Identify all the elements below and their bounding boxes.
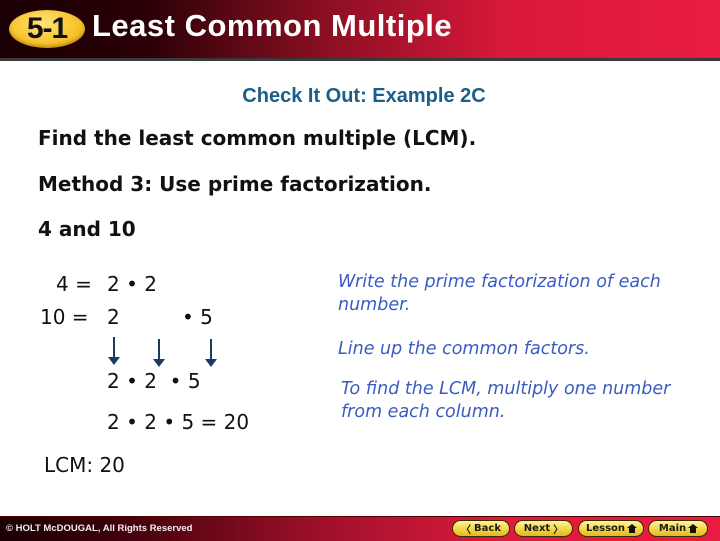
row2-factor-two: 2 — [107, 305, 120, 329]
lesson-title: Least Common Multiple — [92, 8, 453, 43]
row1-label: 4 = — [56, 272, 99, 296]
row2-label: 10 = — [40, 305, 95, 329]
header-banner: 5-1 Least Common Multiple — [0, 0, 720, 58]
chevron-left-icon: 〈 — [461, 525, 472, 536]
main-button[interactable]: Main — [648, 520, 708, 537]
home-icon — [627, 524, 638, 533]
note-line-up: Line up the common factors. — [338, 339, 590, 359]
numbers-text: 4 and 10 — [38, 217, 136, 241]
row1-factors: 2 • 2 — [107, 272, 157, 296]
lesson-badge: 5-1 — [9, 10, 85, 48]
lcm-result: LCM: 20 — [44, 453, 125, 477]
next-label: Next — [523, 523, 551, 534]
lesson-button[interactable]: Lesson — [578, 520, 644, 537]
example-subtitle: Check It Out: Example 2C — [242, 85, 486, 107]
arrow-down-icon — [205, 339, 217, 367]
lined-up-factors: 2 • 2 • 5 — [107, 369, 201, 393]
product-equation: 2 • 2 • 5 = 20 — [107, 410, 250, 434]
note-write-factorization: Write the prime factorization of each nu… — [338, 272, 661, 315]
instruction-text: Find the least common multiple (LCM). — [38, 126, 477, 150]
footer-bar: © HOLT McDOUGAL, All Rights Reserved 〈 B… — [0, 516, 720, 541]
header-divider — [0, 58, 720, 61]
lesson-label: Lesson — [585, 523, 626, 534]
row2-factor-five: • 5 — [182, 305, 213, 329]
arrow-down-icon — [108, 337, 120, 365]
copyright-text: © HOLT McDOUGAL, All Rights Reserved — [6, 523, 193, 534]
main-label: Main — [658, 523, 687, 534]
lesson-number: 5-1 — [26, 12, 68, 45]
back-button[interactable]: 〈 Back — [452, 520, 510, 537]
home-icon — [688, 524, 699, 533]
next-button[interactable]: Next 〉 — [514, 520, 573, 537]
note-multiply: To find the LCM, multiply one number fro… — [341, 379, 671, 422]
arrow-down-icon — [153, 339, 165, 367]
method-text: Method 3: Use prime factorization. — [38, 172, 432, 196]
chevron-right-icon: 〉 — [553, 525, 564, 536]
back-label: Back — [474, 523, 501, 534]
